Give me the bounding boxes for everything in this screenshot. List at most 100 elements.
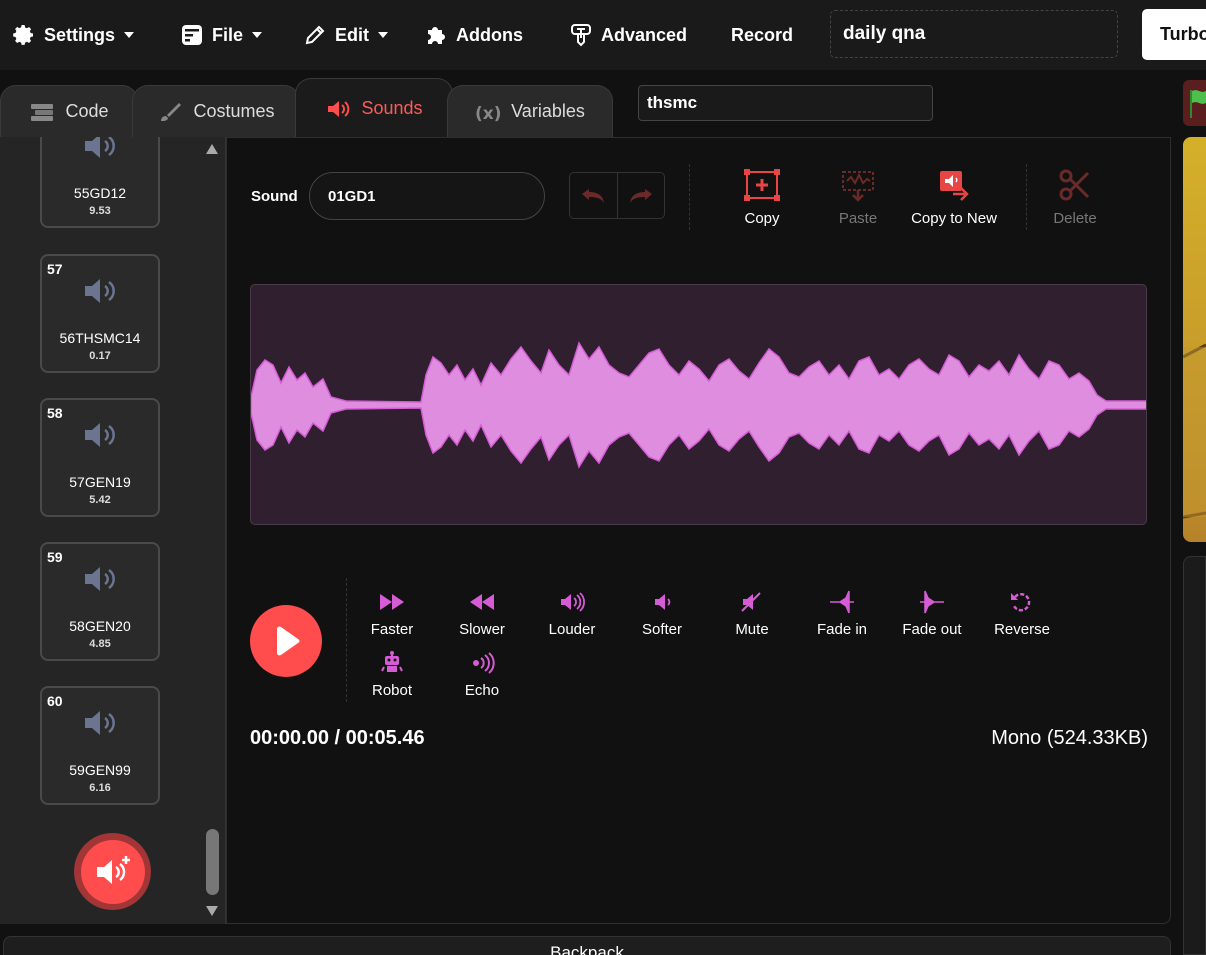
copy-to-new-button[interactable]: Copy to New xyxy=(904,168,1004,227)
advanced-label: Advanced xyxy=(601,24,688,45)
paste-button[interactable]: Paste xyxy=(808,168,908,227)
green-flag-button[interactable] xyxy=(1183,80,1206,126)
edit-label: Edit xyxy=(335,24,369,45)
redo-button[interactable] xyxy=(618,173,665,218)
tab-costumes[interactable]: Costumes xyxy=(132,85,300,137)
fast-forward-icon xyxy=(380,594,404,610)
sound-name: 57GEN19 xyxy=(69,474,131,490)
sound-item[interactable]: 55GD12 9.53 xyxy=(40,137,160,228)
green-flag-icon xyxy=(1190,90,1206,118)
scrollbar-thumb[interactable] xyxy=(206,829,219,895)
undo-button[interactable] xyxy=(570,173,618,218)
file-menu[interactable]: File xyxy=(180,18,263,52)
fade-out-icon xyxy=(920,590,944,614)
sound-name: 55GD12 xyxy=(73,185,127,201)
record-menu[interactable]: Record xyxy=(731,18,793,52)
sound-duration: 4.85 xyxy=(89,638,111,650)
sprite-info-panel xyxy=(1183,556,1206,955)
sound-name: 58GEN20 xyxy=(69,618,131,634)
sound-duration: 9.53 xyxy=(89,205,111,217)
playback-time: 00:00.00 / 00:05.46 xyxy=(250,727,425,749)
redo-icon xyxy=(629,188,652,203)
tab-code-label: Code xyxy=(65,101,109,121)
reverse-button[interactable]: Reverse xyxy=(977,590,1067,638)
settings-menu[interactable]: Settings xyxy=(12,18,135,52)
sound-number: 60 xyxy=(47,693,63,709)
play-icon xyxy=(277,626,300,656)
sound-list: 55GD12 9.53 57 56THSMC14 0.17 58 57GEN19… xyxy=(0,137,226,924)
rewind-icon xyxy=(470,594,494,610)
speaker-icon xyxy=(85,567,115,591)
mute-icon xyxy=(741,592,761,612)
sound-item[interactable]: 57 56THSMC14 0.17 xyxy=(40,254,160,373)
copy-button[interactable]: Copy xyxy=(712,168,812,227)
faster-button[interactable]: Faster xyxy=(347,590,437,638)
reverse-label: Reverse xyxy=(994,621,1050,638)
sound-name-input[interactable]: 01GD1 xyxy=(309,172,545,220)
project-title-input[interactable]: daily qna xyxy=(830,10,1118,58)
sound-item[interactable]: 58 57GEN19 5.42 xyxy=(40,398,160,517)
speaker-icon xyxy=(85,137,115,158)
tab-variables[interactable]: (x) Variables xyxy=(447,85,613,137)
sound-item[interactable]: 60 59GEN99 6.16 xyxy=(40,686,160,805)
echo-label: Echo xyxy=(464,682,500,699)
addons-label: Addons xyxy=(456,24,523,45)
app-root: Settings File Edit Addons Advanced Recor… xyxy=(0,0,1206,955)
sound-number: 58 xyxy=(47,405,63,421)
add-sound-button[interactable] xyxy=(74,833,151,910)
tab-costumes-label: Costumes xyxy=(193,101,275,121)
gear-icon xyxy=(13,25,33,45)
menu-bar: Settings File Edit Addons Advanced Recor… xyxy=(0,0,1206,70)
tab-sounds[interactable]: Sounds xyxy=(295,78,453,138)
addons-menu[interactable]: Addons xyxy=(424,18,523,52)
robot-button[interactable]: Robot xyxy=(347,651,437,699)
variable-icon: (x) xyxy=(475,104,501,123)
undo-redo-group xyxy=(569,172,665,219)
fade-out-label: Fade out xyxy=(902,621,962,638)
louder-button[interactable]: Louder xyxy=(527,590,617,638)
waveform-area[interactable] xyxy=(250,284,1147,525)
speaker-icon xyxy=(85,279,115,303)
backpack-header[interactable]: Backpack xyxy=(3,936,1171,955)
code-icon xyxy=(31,103,54,121)
sound-item[interactable]: 59 58GEN20 4.85 xyxy=(40,542,160,661)
play-button[interactable] xyxy=(250,605,322,677)
robot-label: Robot xyxy=(371,682,413,699)
sound-duration: 0.17 xyxy=(89,350,111,362)
fade-in-label: Fade in xyxy=(816,621,868,638)
tab-variables-label: Variables xyxy=(511,101,585,121)
softer-icon xyxy=(655,594,671,610)
scissors-icon xyxy=(1059,169,1090,201)
turbowarp-button[interactable]: Turbo xyxy=(1142,9,1206,60)
fade-in-button[interactable]: Fade in xyxy=(797,590,887,638)
echo-icon xyxy=(473,652,495,674)
add-sound-icon xyxy=(96,855,130,884)
waveform xyxy=(251,341,1146,469)
caret-down-icon xyxy=(252,32,263,38)
file-icon xyxy=(182,25,202,45)
caret-down-icon xyxy=(124,32,135,38)
scroll-up-arrow-icon[interactable] xyxy=(205,143,219,155)
mute-button[interactable]: Mute xyxy=(707,590,797,638)
sound-duration: 6.16 xyxy=(89,782,111,794)
louder-icon xyxy=(561,592,585,612)
edit-menu[interactable]: Edit xyxy=(303,18,389,52)
record-label: Record xyxy=(731,24,794,45)
pencil-icon xyxy=(305,25,325,45)
advanced-menu[interactable]: Advanced xyxy=(569,18,687,52)
delete-button[interactable]: Delete xyxy=(1025,168,1125,227)
tab-code[interactable]: Code xyxy=(0,85,138,137)
slower-button[interactable]: Slower xyxy=(437,590,527,638)
speaker-icon xyxy=(85,423,115,447)
echo-button[interactable]: Echo xyxy=(437,651,527,699)
sound-name: 56THSMC14 xyxy=(59,330,141,346)
sound-format-info: Mono (524.33KB) xyxy=(991,727,1148,749)
settings-label: Settings xyxy=(44,24,116,45)
scroll-down-arrow-icon[interactable] xyxy=(205,905,219,917)
softer-button[interactable]: Softer xyxy=(617,590,707,638)
sprite-name-field[interactable]: thsmc xyxy=(638,85,933,121)
paste-label: Paste xyxy=(838,210,878,227)
stage-canvas[interactable] xyxy=(1183,137,1206,542)
tab-sounds-label: Sounds xyxy=(361,98,423,118)
fade-out-button[interactable]: Fade out xyxy=(887,590,977,638)
